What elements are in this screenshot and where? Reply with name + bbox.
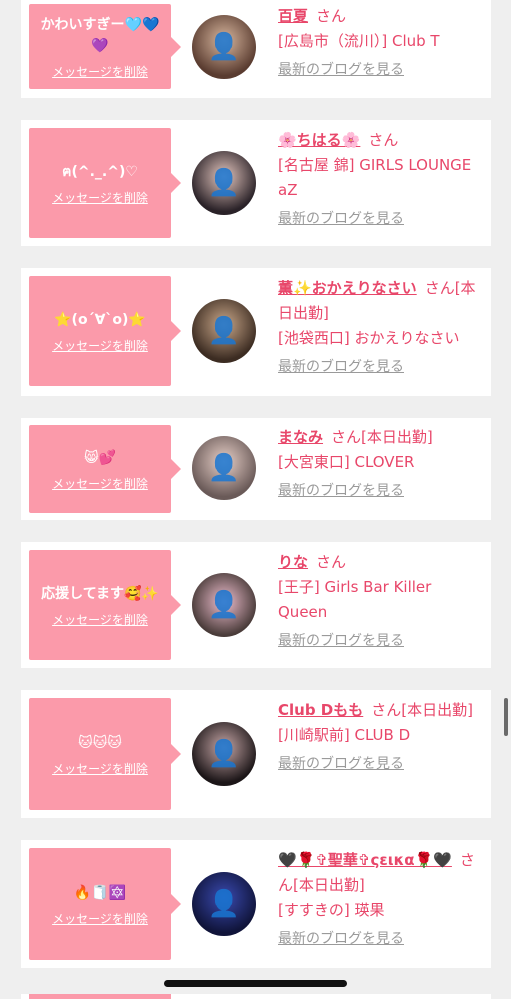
shop-name: [名古屋 錦] GIRLS LOUNGE aZ bbox=[278, 156, 472, 199]
delete-message-link[interactable]: メッセージを削除 bbox=[52, 191, 148, 205]
cast-name-link[interactable]: 🌸ちはる🌸 bbox=[278, 131, 360, 149]
cast-name-link[interactable]: 百夏 bbox=[278, 7, 308, 25]
shop-name: [王子] Girls Bar Killer Queen bbox=[278, 578, 432, 621]
avatar[interactable]: 👤 bbox=[192, 436, 256, 500]
status-text: [本日出勤] bbox=[293, 876, 365, 894]
status-text: [本日出勤] bbox=[361, 428, 433, 446]
delete-message-link[interactable]: メッセージを削除 bbox=[52, 339, 148, 353]
user-icon: 👤 bbox=[207, 889, 241, 919]
message-bubble: ⭐(o´∀`o)⭐ メッセージを削除 bbox=[29, 276, 181, 386]
user-icon: 👤 bbox=[207, 32, 241, 62]
delete-message-link[interactable]: メッセージを削除 bbox=[52, 477, 148, 491]
cast-name-link[interactable]: Club Dもも bbox=[278, 701, 363, 719]
avatar[interactable]: 👤 bbox=[192, 15, 256, 79]
latest-blog-link[interactable]: 最新のブログを見る bbox=[278, 355, 483, 380]
message-card: 応援してます🥰✨ メッセージを削除 👤 りな さん [王子] Girls Bar … bbox=[21, 542, 491, 668]
status-text: [本日出勤] bbox=[401, 701, 473, 719]
user-icon: 👤 bbox=[207, 316, 241, 346]
san-suffix: さん bbox=[424, 279, 455, 297]
message-text: 😸💕 bbox=[83, 449, 117, 466]
delete-message-link[interactable]: メッセージを削除 bbox=[52, 613, 148, 627]
shop-name: [池袋西口] おかえりなさい bbox=[278, 329, 460, 347]
cast-info: 薫✨おかえりなさい さん[本日出勤] [池袋西口] おかえりなさい 最新のブログを… bbox=[278, 276, 483, 380]
message-bubble: ฅ(^._.^)♡ メッセージを削除 bbox=[29, 128, 181, 238]
delete-message-link[interactable]: メッセージを削除 bbox=[52, 65, 148, 79]
message-bubble: 🔥🧻🔯 メッセージを削除 bbox=[29, 848, 181, 960]
cast-name-link[interactable]: 🖤🌹✞聖華✞ςεικα🌹🖤 bbox=[278, 851, 452, 869]
san-suffix: さん bbox=[331, 428, 362, 446]
latest-blog-link[interactable]: 最新のブログを見る bbox=[278, 207, 483, 232]
message-text: 応援してます🥰✨ bbox=[41, 585, 159, 602]
message-card: 🔥🧻🔯 メッセージを削除 👤 🖤🌹✞聖華✞ςεικα🌹🖤 さん[本日出勤] [すす… bbox=[21, 840, 491, 968]
cast-name-link[interactable]: 薫✨おかえりなさい bbox=[278, 279, 417, 297]
delete-message-link[interactable]: メッセージを削除 bbox=[52, 762, 148, 776]
message-card: ⭐(o´∀`o)⭐ メッセージを削除 👤 薫✨おかえりなさい さん[本日出勤] [… bbox=[21, 268, 491, 396]
latest-blog-link[interactable]: 最新のブログを見る bbox=[278, 629, 483, 654]
page: { "delete_label": "メッセージを削除", "blog_labe… bbox=[0, 0, 511, 999]
cast-name-link[interactable]: まなみ bbox=[278, 428, 323, 446]
shop-name: [すすきの] 瑛果 bbox=[278, 901, 385, 919]
cast-info: りな さん [王子] Girls Bar Killer Queen 最新のブログを… bbox=[278, 550, 483, 654]
message-card: かわいすぎー🩵💙💜 メッセージを削除 👤 百夏 さん [広島市（流川）] Club… bbox=[21, 0, 491, 98]
shop-name: [広島市（流川）] Club T bbox=[278, 32, 440, 50]
message-card: ฅ(^._.^)♡ メッセージを削除 👤 🌸ちはる🌸 さん [名古屋 錦] GIR… bbox=[21, 120, 491, 246]
latest-blog-link[interactable]: 最新のブログを見る bbox=[278, 479, 483, 504]
avatar[interactable]: 👤 bbox=[192, 573, 256, 637]
scrollbar[interactable] bbox=[504, 698, 508, 736]
cast-info: Club Dもも さん[本日出勤] [川崎駅前] CLUB D 最新のブログを見る bbox=[278, 698, 483, 777]
san-suffix: さん bbox=[316, 553, 347, 571]
san-suffix: さん bbox=[368, 131, 399, 149]
next-bubble-edge bbox=[29, 994, 171, 999]
cast-info: 🖤🌹✞聖華✞ςεικα🌹🖤 さん[本日出勤] [すすきの] 瑛果 最新のブログを見… bbox=[278, 848, 483, 952]
user-icon: 👤 bbox=[207, 590, 241, 620]
cast-info: 百夏 さん [広島市（流川）] Club T 最新のブログを見る bbox=[278, 4, 483, 83]
cast-info: 🌸ちはる🌸 さん [名古屋 錦] GIRLS LOUNGE aZ 最新のブログを見… bbox=[278, 128, 483, 232]
user-icon: 👤 bbox=[207, 453, 241, 483]
latest-blog-link[interactable]: 最新のブログを見る bbox=[278, 58, 483, 83]
message-text: かわいすぎー🩵💙💜 bbox=[40, 16, 160, 54]
san-suffix: さん bbox=[371, 701, 402, 719]
latest-blog-link[interactable]: 最新のブログを見る bbox=[278, 927, 483, 952]
delete-message-link[interactable]: メッセージを削除 bbox=[52, 912, 148, 926]
cast-name-link[interactable]: りな bbox=[278, 553, 308, 571]
message-bubble: 🐱🐱🐱 メッセージを削除 bbox=[29, 698, 181, 810]
message-bubble: 😸💕 メッセージを削除 bbox=[29, 425, 181, 513]
message-card: 😸💕 メッセージを削除 👤 まなみ さん[本日出勤] [大宮東口] CLOVER … bbox=[21, 418, 491, 520]
user-icon: 👤 bbox=[207, 168, 241, 198]
user-icon: 👤 bbox=[207, 739, 241, 769]
latest-blog-link[interactable]: 最新のブログを見る bbox=[278, 752, 483, 777]
home-indicator[interactable] bbox=[164, 980, 347, 987]
message-bubble: かわいすぎー🩵💙💜 メッセージを削除 bbox=[29, 4, 181, 89]
message-text: ฅ(^._.^)♡ bbox=[62, 163, 138, 180]
message-bubble: 応援してます🥰✨ メッセージを削除 bbox=[29, 550, 181, 660]
san-suffix: さん bbox=[316, 7, 347, 25]
avatar[interactable]: 👤 bbox=[192, 872, 256, 936]
message-text: 🔥🧻🔯 bbox=[73, 884, 127, 901]
message-text: ⭐(o´∀`o)⭐ bbox=[54, 311, 146, 328]
cast-info: まなみ さん[本日出勤] [大宮東口] CLOVER 最新のブログを見る bbox=[278, 425, 483, 504]
message-text: 🐱🐱🐱 bbox=[78, 734, 122, 751]
shop-name: [大宮東口] CLOVER bbox=[278, 453, 415, 471]
shop-name: [川崎駅前] CLUB D bbox=[278, 726, 411, 744]
avatar[interactable]: 👤 bbox=[192, 722, 256, 786]
avatar[interactable]: 👤 bbox=[192, 151, 256, 215]
message-card: 🐱🐱🐱 メッセージを削除 👤 Club Dもも さん[本日出勤] [川崎駅前] C… bbox=[21, 690, 491, 818]
avatar[interactable]: 👤 bbox=[192, 299, 256, 363]
